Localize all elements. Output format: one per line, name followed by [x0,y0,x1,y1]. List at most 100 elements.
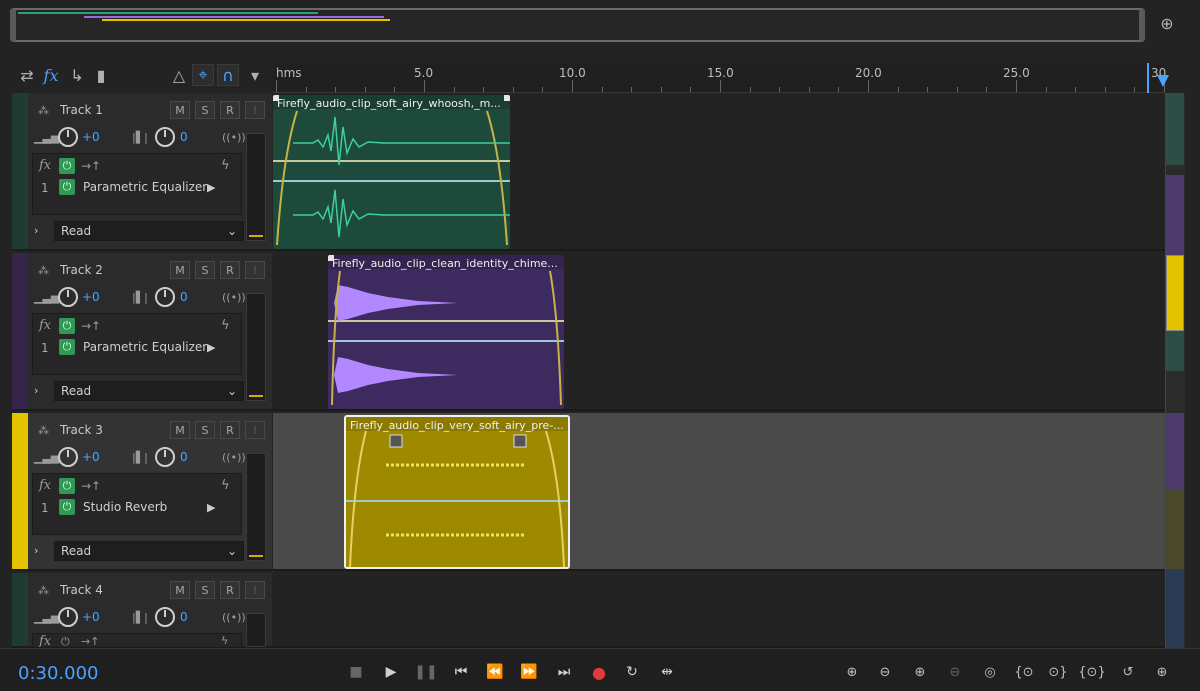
track-lane-1[interactable]: Firefly_audio_clip_soft_airy_whoosh,_m..… [273,93,1165,251]
zoom-reset-icon[interactable]: ↺ [1116,663,1140,681]
rack-input-icon[interactable]: →↑ [81,319,101,333]
track-name[interactable]: Track 2 [60,263,103,277]
track-name[interactable]: Track 3 [60,423,103,437]
rack-power-icon[interactable]: ⏻ [61,635,70,647]
bars-icon[interactable]: ▮ [90,64,112,86]
track-drag-icon[interactable]: ⁂ [38,424,49,437]
track-header-3[interactable]: ⁂ Track 3 M S R I ▁▃▅ +0 |▌| 0 ((•)) fx … [12,413,272,571]
audio-clip-3[interactable]: Firefly_audio_clip_very_soft_airy_pre-..… [344,415,570,569]
pan-value[interactable]: 0 [180,290,188,304]
output-icon[interactable]: ((•)) [222,131,246,144]
slot-power-icon[interactable]: ⏻ [59,499,75,515]
effect-arrow-icon[interactable]: ▶ [207,341,215,354]
zoom-tracks-icon[interactable]: ⊕ [1150,663,1174,681]
loop-icon[interactable]: ↻ [621,663,643,681]
zoom-navigator-icon[interactable]: ⊕ [1155,14,1179,38]
skip-forward-icon[interactable]: ⏭ [553,663,575,681]
solo-button[interactable]: S [195,101,215,119]
effect-name[interactable]: Studio Reverb [83,500,167,514]
input-monitor-button[interactable]: I [245,581,265,599]
volume-knob[interactable] [58,607,78,627]
automation-mode-select[interactable]: Read ⌄ [54,221,244,241]
track-header-2[interactable]: ⁂ Track 2 M S R I ▁▃▅ +0 |▌| 0 ((•)) fx … [12,253,272,411]
input-monitor-button[interactable]: I [245,101,265,119]
effect-arrow-icon[interactable]: ▶ [207,501,215,514]
metronome-icon[interactable]: △ [168,64,190,86]
mute-button[interactable]: M [170,261,190,279]
audio-clip-1[interactable]: Firefly_audio_clip_soft_airy_whoosh,_m..… [273,95,510,249]
volume-value[interactable]: +0 [82,610,100,624]
skip-back-icon[interactable]: ⏮ [450,663,472,681]
rack-power-icon[interactable]: ⏻ [59,158,75,174]
pan-knob[interactable] [155,607,175,627]
zoom-in-time-icon[interactable]: ⊕ [908,663,932,681]
track-lane-3[interactable]: Firefly_audio_clip_very_soft_airy_pre-..… [273,413,1165,571]
track-drag-icon[interactable]: ⁂ [38,584,49,597]
lightning-icon[interactable]: ϟ [221,158,230,173]
mute-button[interactable]: M [170,581,190,599]
lightning-icon[interactable]: ϟ [221,634,228,647]
zoom-out-amplitude-icon[interactable]: ⊖ [873,663,897,681]
rack-power-icon[interactable]: ⏻ [59,478,75,494]
zoom-in-left-icon[interactable]: {⊙ [1012,663,1036,681]
expand-chevron-icon[interactable]: › [34,384,38,397]
record-arm-button[interactable]: R [220,101,240,119]
slot-power-icon[interactable]: ⏻ [59,179,75,195]
effect-name[interactable]: Parametric Equalizer [83,340,207,354]
output-icon[interactable]: ((•)) [222,291,246,304]
stop-icon[interactable]: ■ [345,663,367,681]
output-icon[interactable]: ((•)) [222,611,246,624]
record-arm-button[interactable]: R [220,421,240,439]
rewind-icon[interactable]: ⏪ [484,663,506,681]
track-drag-icon[interactable]: ⁂ [38,104,49,117]
volume-value[interactable]: +0 [82,450,100,464]
pan-knob[interactable] [155,127,175,147]
lightning-icon[interactable]: ϟ [221,318,230,333]
pan-value[interactable]: 0 [180,130,188,144]
output-icon[interactable]: ((•)) [222,451,246,464]
track-lane-4[interactable] [273,573,1165,648]
marker-icon[interactable]: ▾ [244,64,266,86]
automation-mode-select[interactable]: Read ⌄ [54,381,244,401]
track-header-1[interactable]: ⁂ Track 1 M S R I ▁▃▅ +0 |▌| 0 ((•)) fx … [12,93,272,251]
fast-forward-icon[interactable]: ⏩ [518,663,540,681]
overview-right-handle[interactable] [1139,9,1145,41]
overview-left-handle[interactable] [10,9,16,41]
overview-navigator[interactable] [10,8,1145,42]
lightning-icon[interactable]: ϟ [221,478,230,493]
skip-selection-icon[interactable]: ⇹ [656,663,678,681]
slot-power-icon[interactable]: ⏻ [59,339,75,355]
input-monitor-button[interactable]: I [245,421,265,439]
zoom-selection-icon[interactable]: {⊙} [1078,663,1105,681]
volume-value[interactable]: +0 [82,130,100,144]
zoom-out-time-icon[interactable]: ⊖ [943,663,967,681]
solo-button[interactable]: S [195,421,215,439]
volume-value[interactable]: +0 [82,290,100,304]
rack-power-icon[interactable]: ⏻ [59,318,75,334]
fx-icon[interactable]: fx [40,64,62,86]
audio-clip-2[interactable]: Firefly_audio_clip_clean_identity_chime.… [328,255,564,409]
pan-value[interactable]: 0 [180,610,188,624]
volume-knob[interactable] [58,127,78,147]
snap-icon[interactable]: ⌖ [192,64,214,86]
input-monitor-button[interactable]: I [245,261,265,279]
expand-chevron-icon[interactable]: › [34,544,38,557]
send-icon[interactable]: ↳ [66,64,88,86]
pause-icon[interactable]: ❚❚ [414,663,437,681]
track-name[interactable]: Track 1 [60,103,103,117]
pan-value[interactable]: 0 [180,450,188,464]
volume-knob[interactable] [58,447,78,467]
record-icon[interactable]: ● [588,663,610,682]
solo-button[interactable]: S [195,261,215,279]
rack-input-icon[interactable]: →↑ [81,479,101,493]
track-drag-icon[interactable]: ⁂ [38,264,49,277]
zoom-in-right-icon[interactable]: ⊙} [1046,663,1070,681]
play-icon[interactable]: ▶ [380,663,402,681]
magnet-icon[interactable]: ∩ [217,64,239,86]
pan-knob[interactable] [155,447,175,467]
rack-input-icon[interactable]: →↑ [81,635,99,647]
playhead-icon[interactable] [1157,75,1169,87]
track-lane-2[interactable]: Firefly_audio_clip_clean_identity_chime.… [273,253,1165,411]
mute-button[interactable]: M [170,421,190,439]
effect-arrow-icon[interactable]: ▶ [207,181,215,194]
